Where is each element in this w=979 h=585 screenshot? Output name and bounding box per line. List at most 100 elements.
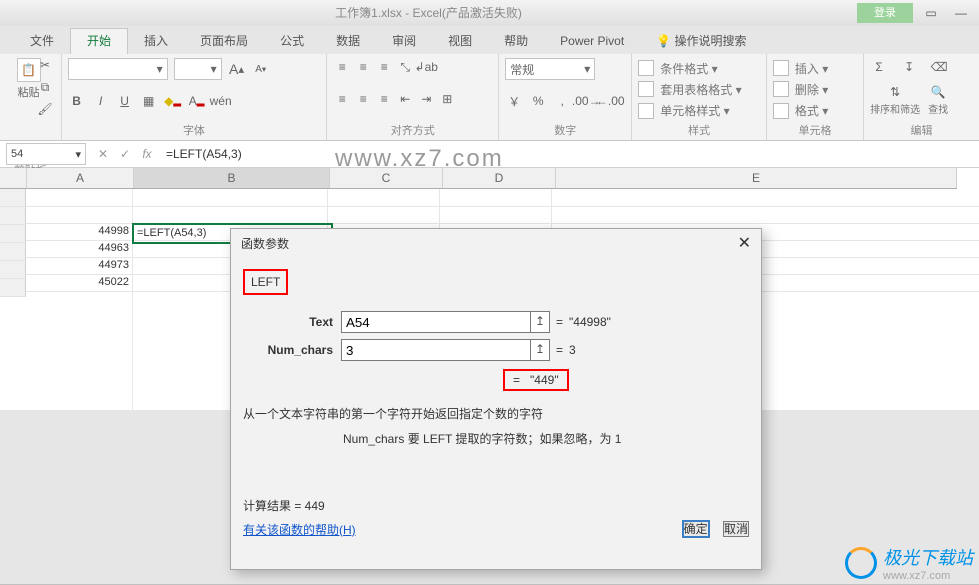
table-format[interactable]: 套用表格格式 ▾ (638, 79, 760, 99)
italic-button[interactable]: I (92, 92, 110, 110)
close-icon[interactable]: ✕ (738, 229, 751, 259)
orientation-icon[interactable]: ⤡ (396, 58, 414, 76)
select-all-corner[interactable] (0, 168, 27, 189)
col-header-a[interactable]: A (27, 168, 134, 188)
indent-inc-icon[interactable]: ⇥ (417, 90, 435, 108)
grow-font-icon[interactable]: A▴ (228, 60, 246, 78)
result-highlight: = "449" (503, 369, 569, 391)
function-help-link[interactable]: 有关该函数的帮助(H) (243, 521, 356, 538)
ok-button[interactable]: 确定 (682, 520, 710, 538)
copy-icon[interactable]: ⧉ (36, 78, 54, 96)
tab-power-pivot[interactable]: Power Pivot (544, 29, 640, 54)
watermark-site: www.xz7.com (883, 570, 973, 582)
col-header-e[interactable]: E (556, 168, 957, 188)
sort-filter-label[interactable]: 排序和筛选 (870, 101, 920, 116)
row-header[interactable] (0, 243, 26, 261)
cells-group-label: 单元格 (773, 122, 857, 138)
shrink-font-icon[interactable]: A▾ (252, 60, 270, 78)
number-format-select[interactable]: 常规▾ (505, 58, 595, 80)
ribbon-font: ▾ ▾ A▴ A▾ B I U ▦ ◆▂ A▂ wén 字体 (62, 54, 328, 140)
tab-data[interactable]: 数据 (320, 29, 376, 54)
enter-formula-icon[interactable]: ✓ (114, 147, 136, 161)
cell-a56[interactable]: 44973 (26, 257, 132, 274)
number-group-label: 数字 (505, 122, 625, 138)
edit-group-label: 编辑 (870, 122, 973, 138)
clear-icon[interactable]: ⌫ (930, 58, 948, 76)
window-title: 工作簿1.xlsx - Excel(产品激活失败) (0, 0, 857, 26)
underline-button[interactable]: U (116, 92, 134, 110)
tab-file[interactable]: 文件 (14, 29, 70, 54)
row-header[interactable] (0, 261, 26, 279)
tab-view[interactable]: 视图 (432, 29, 488, 54)
cancel-button[interactable]: 取消 (723, 521, 749, 537)
row-header[interactable] (0, 207, 26, 225)
align-middle-icon[interactable]: ≡ (354, 58, 372, 76)
find-icon[interactable]: 🔍 (929, 83, 947, 101)
ribbon-styles: 条件格式 ▾ 套用表格格式 ▾ 单元格样式 ▾ 样式 (632, 54, 767, 140)
fx-button[interactable]: fx (136, 147, 158, 161)
login-button[interactable]: 登录 (857, 3, 913, 23)
cells-insert[interactable]: 插入 ▾ (773, 58, 857, 78)
tab-formula[interactable]: 公式 (264, 29, 320, 54)
tab-home[interactable]: 开始 (70, 28, 128, 54)
border-icon[interactable]: ▦ (140, 92, 158, 110)
cell-style-icon (638, 103, 654, 119)
font-size-select[interactable]: ▾ (174, 58, 222, 80)
tab-tell-me[interactable]: 💡 操作说明搜索 (640, 29, 762, 54)
autosum-icon[interactable]: Σ (870, 58, 888, 76)
find-label[interactable]: 查找 (928, 101, 948, 116)
tell-me-label: 操作说明搜索 (674, 34, 746, 48)
function-name-highlight: LEFT (243, 269, 288, 295)
cond-format-icon (638, 60, 654, 76)
table-format-icon (638, 81, 654, 97)
comma-icon[interactable]: , (553, 92, 571, 110)
tab-review[interactable]: 审阅 (376, 29, 432, 54)
align-top-icon[interactable]: ≡ (333, 58, 351, 76)
formula-input[interactable]: =LEFT(A54,3) (158, 147, 979, 161)
cells-format[interactable]: 格式 ▾ (773, 101, 857, 121)
tab-insert[interactable]: 插入 (128, 29, 184, 54)
row-header[interactable] (0, 189, 26, 207)
ribbon-options-icon[interactable]: ▭ (919, 3, 943, 23)
cells-delete[interactable]: 删除 ▾ (773, 79, 857, 99)
align-bottom-icon[interactable]: ≡ (375, 58, 393, 76)
cancel-formula-icon[interactable]: ✕ (92, 147, 114, 161)
cell-a54[interactable]: 44998 (26, 223, 132, 240)
wrap-icon[interactable]: ↲ab (417, 58, 435, 76)
row-header[interactable] (0, 225, 26, 243)
ref-select-icon[interactable]: ↥ (531, 339, 550, 361)
percent-icon[interactable]: % (529, 92, 547, 110)
row-header[interactable] (0, 279, 26, 297)
align-center-icon[interactable]: ≡ (354, 90, 372, 108)
cut-icon[interactable]: ✂ (36, 56, 54, 74)
sort-filter-icon[interactable]: ⇅ (886, 83, 904, 101)
minimize-icon[interactable]: — (949, 3, 973, 23)
function-description: 从一个文本字符串的第一个字符开始返回指定个数的字符 (243, 405, 749, 422)
indent-dec-icon[interactable]: ⇤ (396, 90, 414, 108)
font-color-icon[interactable]: A▂ (188, 92, 206, 110)
align-left-icon[interactable]: ≡ (333, 90, 351, 108)
ribbon-number: 常规▾ ￥ % , .00→ ←.00 数字 (499, 54, 632, 140)
phonetic-icon[interactable]: wén (212, 92, 230, 110)
format-painter-icon[interactable]: 🖌 (36, 100, 54, 118)
align-right-icon[interactable]: ≡ (375, 90, 393, 108)
col-header-b[interactable]: B (134, 168, 330, 188)
conditional-format[interactable]: 条件格式 ▾ (638, 58, 760, 78)
tab-help[interactable]: 帮助 (488, 29, 544, 54)
cell-a55[interactable]: 44963 (26, 240, 132, 257)
ribbon-edit: Σ ↧ ⌫ ⇅ 排序和筛选 🔍 查找 编辑 (864, 54, 979, 140)
name-box[interactable]: 54▾ (6, 143, 86, 165)
currency-icon[interactable]: ￥ (505, 92, 523, 110)
arg-numchars-input[interactable] (341, 339, 531, 361)
ref-select-icon[interactable]: ↥ (531, 311, 550, 333)
fill-color-icon[interactable]: ◆▂ (164, 92, 182, 110)
merge-icon[interactable]: ⊞ (438, 90, 456, 108)
arg-text-input[interactable] (341, 311, 531, 333)
dec-decimals-icon[interactable]: ←.00 (601, 92, 619, 110)
inc-decimals-icon[interactable]: .00→ (577, 92, 595, 110)
cell-style[interactable]: 单元格样式 ▾ (638, 101, 760, 121)
fill-icon[interactable]: ↧ (900, 58, 918, 76)
cells-format-label: 格式 ▾ (795, 102, 828, 119)
cell-a57[interactable]: 45022 (26, 274, 132, 291)
tab-page-layout[interactable]: 页面布局 (184, 29, 264, 54)
